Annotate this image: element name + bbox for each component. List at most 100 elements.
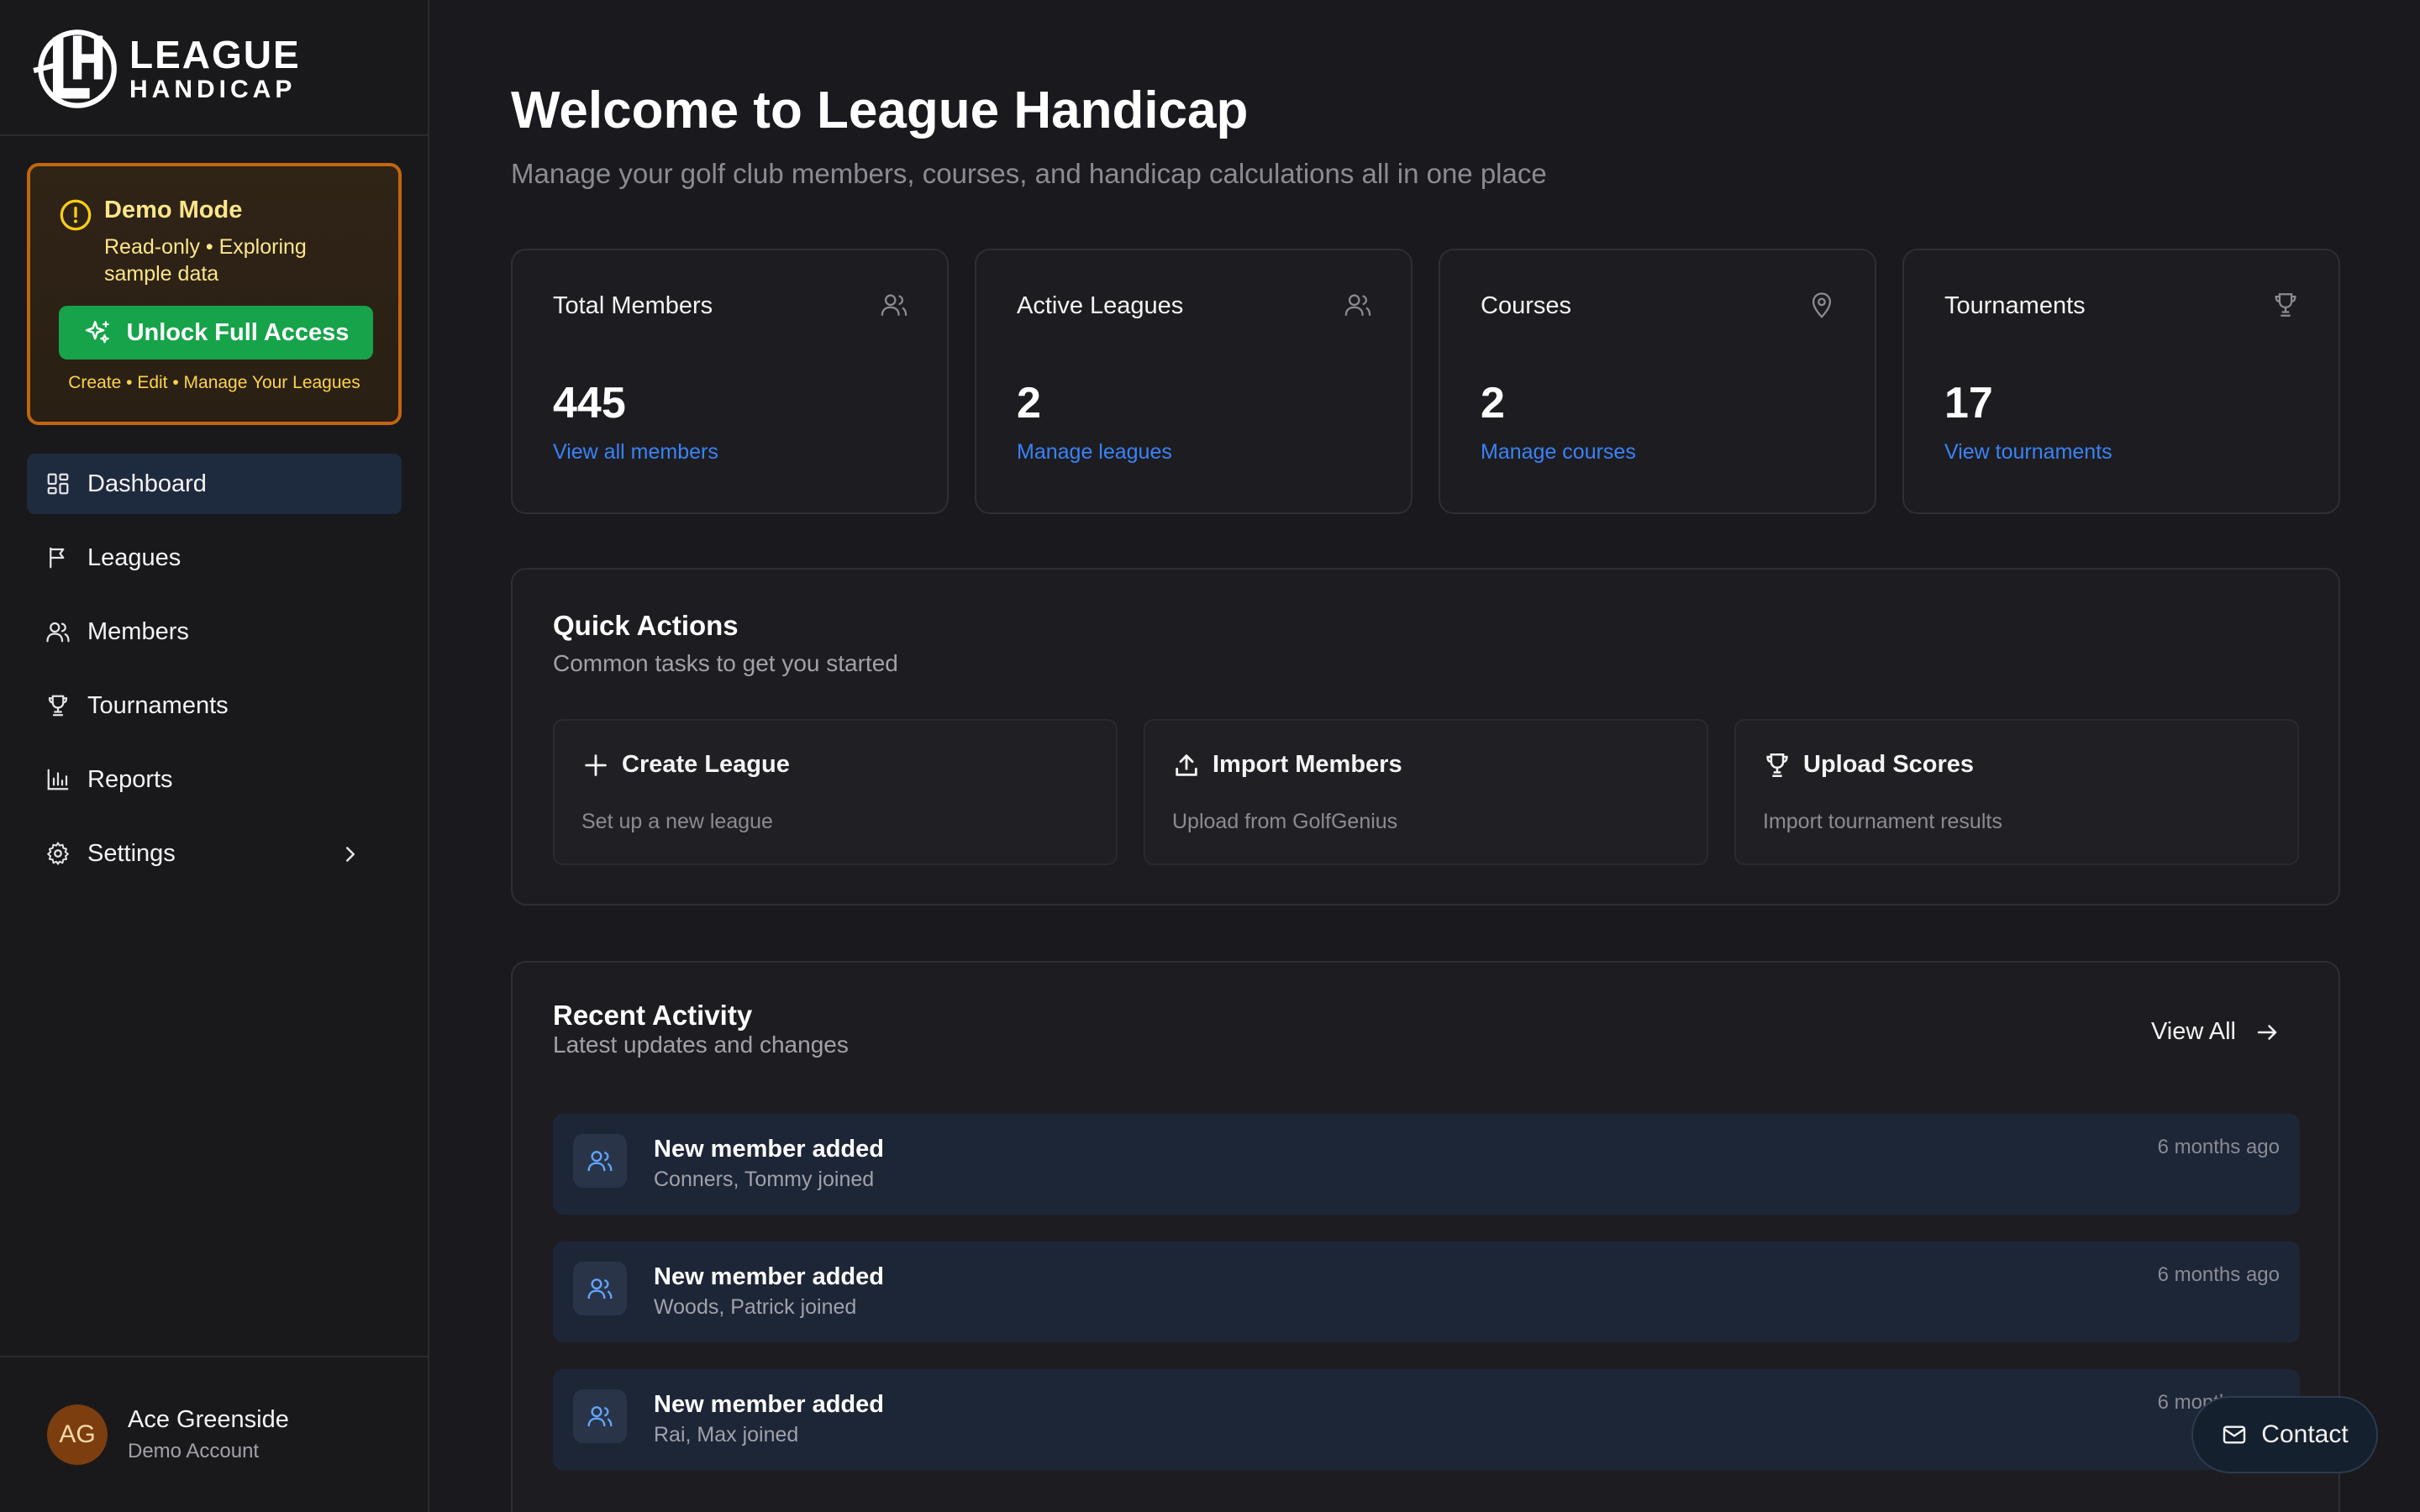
- view-all-button[interactable]: View All: [2151, 1018, 2280, 1046]
- users-icon: [587, 1406, 613, 1427]
- quick-actions-panel: Quick Actions Common tasks to get you st…: [511, 568, 2340, 906]
- quick-action-title: Create League: [622, 751, 790, 778]
- create-league-button[interactable]: Create League Set up a new league: [553, 719, 1118, 865]
- demo-mode-subtitle: Read-only • Exploring sample data: [104, 235, 307, 286]
- sidebar-item-label: Leagues: [87, 543, 182, 571]
- dashboard-icon: [47, 473, 69, 495]
- stat-label: Active Leagues: [1017, 292, 1184, 319]
- flag-icon: [50, 547, 65, 569]
- map-pin-icon: [1812, 292, 1832, 318]
- users-icon: [46, 622, 70, 643]
- sidebar-item-members[interactable]: Members: [27, 601, 402, 662]
- contact-label: Contact: [2261, 1420, 2349, 1448]
- quick-action-subtitle: Import tournament results: [1763, 810, 2002, 833]
- sidebar-item-label: Dashboard: [87, 470, 207, 497]
- quick-action-title: Upload Scores: [1803, 751, 1975, 778]
- sidebar-divider: [0, 134, 428, 136]
- quick-actions-title: Quick Actions: [553, 610, 739, 641]
- brand-logo[interactable]: LEAGUE HANDICAP: [32, 25, 301, 113]
- sidebar-item-label: Members: [87, 617, 189, 645]
- demo-mode-note: Create • Edit • Manage Your Leagues: [68, 373, 360, 392]
- alert-circle-icon: [60, 199, 92, 231]
- sidebar-item-label: Settings: [87, 839, 176, 867]
- brand-line2: HANDICAP: [129, 76, 297, 103]
- app-root: LEAGUE HANDICAP Demo Mode Read-only • Ex…: [0, 0, 2420, 1512]
- activity-item[interactable]: New member added Woods, Patrick joined 6…: [553, 1242, 2300, 1342]
- users-icon: [587, 1278, 613, 1299]
- page-subtitle: Manage your golf club members, courses, …: [511, 158, 1547, 189]
- stat-value: 445: [553, 379, 626, 428]
- view-tournaments-link[interactable]: View tournaments: [1944, 440, 2112, 465]
- page-title: Welcome to League Handicap: [511, 81, 1249, 139]
- activity-item[interactable]: New member added Conners, Tommy joined 6…: [553, 1114, 2300, 1215]
- gear-icon: [47, 842, 69, 865]
- unlock-full-access-button[interactable]: Unlock Full Access: [59, 306, 373, 360]
- import-members-button[interactable]: Import Members Upload from GolfGenius: [1144, 719, 1708, 865]
- recent-activity-subtitle: Latest updates and changes: [553, 1032, 849, 1058]
- stat-value: 2: [1017, 379, 1041, 428]
- quick-action-subtitle: Upload from GolfGenius: [1172, 810, 1398, 833]
- sidebar-item-label: Reports: [87, 765, 173, 793]
- stat-label: Total Members: [553, 292, 713, 319]
- contact-button[interactable]: Contact: [2191, 1396, 2378, 1473]
- plus-icon: [585, 754, 607, 776]
- stat-card-active-leagues: Active Leagues 2 Manage leagues: [975, 249, 1413, 514]
- activity-time: 6 months ago: [2157, 1263, 2280, 1286]
- activity-title: New member added: [654, 1391, 884, 1418]
- brand-line1: LEAGUE: [129, 33, 301, 76]
- stat-value: 2: [1481, 379, 1505, 428]
- view-all-members-link[interactable]: View all members: [553, 440, 718, 465]
- mail-icon: [2223, 1425, 2246, 1444]
- bar-chart-icon: [47, 769, 69, 790]
- trophy-icon: [2275, 293, 2296, 317]
- users-icon: [587, 1151, 613, 1172]
- quick-actions-subtitle: Common tasks to get you started: [553, 650, 898, 676]
- quick-action-title: Import Members: [1213, 751, 1402, 778]
- stat-card-courses: Courses 2 Manage courses: [1439, 249, 1876, 514]
- activity-subtitle: Rai, Max joined: [654, 1423, 799, 1446]
- avatar[interactable]: AG: [47, 1404, 108, 1465]
- activity-icon-badge: [573, 1134, 627, 1188]
- stat-label: Courses: [1481, 292, 1571, 319]
- recent-activity-panel: Recent Activity Latest updates and chang…: [511, 961, 2340, 1512]
- sparkles-icon: [85, 320, 109, 344]
- activity-subtitle: Woods, Patrick joined: [654, 1295, 857, 1319]
- brand-wordmark: LEAGUE HANDICAP: [129, 35, 301, 102]
- sidebar-nav: Dashboard Leagues Members Tournaments Re…: [27, 454, 402, 897]
- sidebar-item-settings[interactable]: Settings: [27, 823, 402, 884]
- league-handicap-logo-icon: [33, 29, 117, 108]
- stat-card-total-members: Total Members 445 View all members: [511, 249, 949, 514]
- upload-icon: [1176, 754, 1197, 776]
- recent-activity-title: Recent Activity: [553, 1000, 753, 1031]
- quick-action-subtitle: Set up a new league: [581, 810, 773, 833]
- activity-subtitle: Conners, Tommy joined: [654, 1168, 875, 1191]
- main-content: Welcome to League Handicap Manage your g…: [429, 0, 2420, 1512]
- trophy-icon: [48, 695, 68, 717]
- sidebar-item-tournaments[interactable]: Tournaments: [27, 675, 402, 736]
- stat-label: Tournaments: [1944, 292, 2086, 319]
- sidebar: LEAGUE HANDICAP Demo Mode Read-only • Ex…: [0, 0, 429, 1512]
- activity-icon-badge: [573, 1262, 627, 1315]
- sidebar-item-label: Tournaments: [87, 691, 229, 719]
- sidebar-item-leagues[interactable]: Leagues: [27, 528, 402, 588]
- chevron-right-icon[interactable]: [338, 842, 363, 867]
- stat-card-tournaments: Tournaments 17 View tournaments: [1902, 249, 2340, 514]
- sidebar-item-dashboard[interactable]: Dashboard: [27, 454, 402, 514]
- view-all-label: View All: [2150, 1018, 2236, 1045]
- activity-time: 6 months ago: [2157, 1136, 2280, 1158]
- activity-title: New member added: [654, 1136, 884, 1163]
- upload-scores-button[interactable]: Upload Scores Import tournament results: [1734, 719, 2299, 865]
- sidebar-item-reports[interactable]: Reports: [27, 749, 402, 810]
- users-icon: [1344, 294, 1371, 316]
- manage-leagues-link[interactable]: Manage leagues: [1017, 440, 1172, 465]
- stat-value: 17: [1944, 379, 1993, 428]
- activity-title: New member added: [654, 1263, 884, 1290]
- user-role: Demo Account: [128, 1440, 260, 1462]
- manage-courses-link[interactable]: Manage courses: [1481, 440, 1636, 465]
- activity-item[interactable]: New member added Rai, Max joined 6 month…: [553, 1369, 2300, 1470]
- arrow-right-icon: [2257, 1024, 2277, 1040]
- users-icon: [881, 294, 908, 316]
- trophy-icon: [1766, 753, 1788, 778]
- unlock-full-access-label: Unlock Full Access: [126, 318, 350, 346]
- demo-mode-title: Demo Mode: [104, 197, 243, 223]
